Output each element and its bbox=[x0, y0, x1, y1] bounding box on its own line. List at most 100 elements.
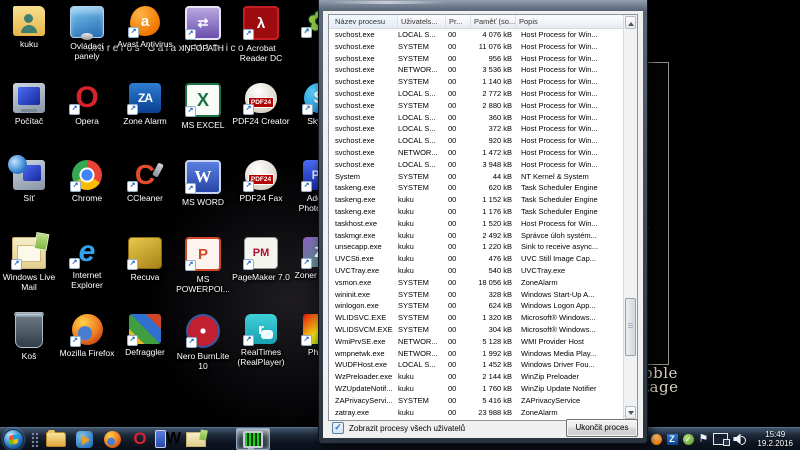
process-row[interactable]: svchost.exe SYSTEM 00 2 880 kB Host Proc… bbox=[329, 100, 624, 112]
process-row[interactable]: taskeng.exe kuku 00 1 152 kB Task Schedu… bbox=[329, 194, 624, 206]
desktop-icon-kuku[interactable]: ↗ kuku bbox=[0, 6, 58, 83]
shortcut-arrow-icon: ↗ bbox=[69, 104, 80, 115]
process-row[interactable]: System SYSTEM 00 44 kB NT Kernel & Syste… bbox=[329, 171, 624, 183]
tray-action-center-flag-icon[interactable]: ⚑ bbox=[699, 433, 709, 445]
process-row[interactable]: WzPreloader.exe kuku 00 2 144 kB WinZip … bbox=[329, 371, 624, 383]
desktop-icon-ms-word[interactable]: W ↗ MS WORD bbox=[174, 160, 232, 237]
desktop-icon-label: PDF24 Fax bbox=[240, 193, 283, 203]
column-header[interactable]: Uživatels... bbox=[398, 15, 446, 28]
scrollbar-thumb[interactable] bbox=[625, 298, 636, 356]
process-row[interactable]: svchost.exe LOCAL S... 00 2 772 kB Host … bbox=[329, 88, 624, 100]
tray-network-icon[interactable] bbox=[713, 433, 728, 445]
scrollbar-up-icon[interactable] bbox=[625, 16, 636, 29]
desktop-icon-nero-burnlite[interactable]: ↗ Nero BurnLite 10 bbox=[174, 314, 232, 391]
start-button[interactable] bbox=[3, 429, 24, 450]
desktop-icon-ms-excel[interactable]: X ↗ MS EXCEL bbox=[174, 83, 232, 160]
desktop-icon-pdf24-creator[interactable]: PDF24 ↗ PDF24 Creator bbox=[232, 83, 290, 160]
desktop-icon-zone-alarm[interactable]: ZA ↗ Zone Alarm bbox=[116, 83, 174, 160]
process-user: SYSTEM bbox=[398, 312, 446, 324]
taskbar-task-manager-button[interactable] bbox=[236, 428, 270, 450]
process-row[interactable]: taskeng.exe kuku 00 1 176 kB Task Schedu… bbox=[329, 206, 624, 218]
scrollbar-down-icon[interactable] bbox=[625, 406, 636, 419]
desktop-icon-internet-explorer[interactable]: e ↗ Internet Explorer bbox=[58, 237, 116, 314]
taskbar-live-mail-button[interactable] bbox=[183, 429, 209, 449]
desktop-icon-realtimes[interactable]: r ↗ RealTimes (RealPlayer) bbox=[232, 314, 290, 391]
process-row[interactable]: svchost.exe NETWOR... 00 3 536 kB Host P… bbox=[329, 64, 624, 76]
taskbar-clock[interactable]: 15:49 19.2.2016 bbox=[750, 430, 800, 449]
process-row[interactable]: UVCTray.exe kuku 00 540 kB UVCTray.exe bbox=[329, 265, 624, 277]
process-row[interactable]: vsmon.exe SYSTEM 00 18 056 kB ZoneAlarm bbox=[329, 277, 624, 289]
desktop-icon-recycle-bin[interactable]: ↗ Koš bbox=[0, 314, 58, 391]
process-name: svchost.exe bbox=[329, 147, 398, 159]
taskbar-wmp-button[interactable] bbox=[71, 429, 97, 449]
process-row[interactable]: taskmgr.exe kuku 00 2 492 kB Správce úlo… bbox=[329, 230, 624, 242]
column-header[interactable]: Paměť (so... bbox=[471, 15, 516, 28]
column-header[interactable]: Název procesu bbox=[329, 15, 398, 28]
desktop-icon-defraggler[interactable]: ↗ Defraggler bbox=[116, 314, 174, 391]
process-name: svchost.exe bbox=[329, 76, 398, 88]
desktop-icon-network[interactable]: ↗ Síť bbox=[0, 160, 58, 237]
process-row[interactable]: taskhost.exe kuku 00 1 520 kB Host Proce… bbox=[329, 218, 624, 230]
process-row[interactable]: wmpnetwk.exe NETWOR... 00 1 992 kB Windo… bbox=[329, 348, 624, 360]
process-row[interactable]: WLIDSVC.EXE SYSTEM 00 1 320 kB Microsoft… bbox=[329, 312, 624, 324]
taskbar-opera-button[interactable]: O bbox=[127, 429, 153, 449]
process-row[interactable]: taskeng.exe SYSTEM 00 620 kB Task Schedu… bbox=[329, 182, 624, 194]
desktop-icon-label: Mozilla Firefox bbox=[60, 348, 115, 358]
taskbar-firefox-button[interactable] bbox=[99, 429, 125, 449]
process-memory: 5 128 kB bbox=[471, 336, 516, 348]
desktop-icon-infopath[interactable]: ⇄ ↗ INFOPATH bbox=[174, 6, 232, 83]
desktop-icon-windows-live-mail[interactable]: ↗ Windows Live Mail bbox=[0, 237, 58, 314]
tray-volume-icon[interactable] bbox=[733, 434, 747, 445]
desktop-icon-ms-powerpoint[interactable]: P ↗ MS POWERPOI... bbox=[174, 237, 232, 314]
process-row[interactable]: WZUpdateNotif... kuku 00 1 760 kB WinZip… bbox=[329, 383, 624, 395]
tray-update-ok-icon[interactable]: ✓ bbox=[683, 434, 694, 445]
process-user: kuku bbox=[398, 253, 446, 265]
process-row[interactable]: svchost.exe NETWOR... 00 1 472 kB Host P… bbox=[329, 147, 624, 159]
process-row[interactable]: ZAPrivacyServi... SYSTEM 00 5 416 kB ZAP… bbox=[329, 395, 624, 407]
process-row[interactable]: svchost.exe SYSTEM 00 1 140 kB Host Proc… bbox=[329, 76, 624, 88]
taskbar-grip-handle[interactable] bbox=[31, 432, 39, 447]
desktop-icon-pagemaker[interactable]: PM ↗ PageMaker 7.0 bbox=[232, 237, 290, 314]
process-row[interactable]: svchost.exe SYSTEM 00 956 kB Host Proces… bbox=[329, 53, 624, 65]
taskbar-word-button[interactable]: W bbox=[155, 429, 181, 449]
desktop-icon-pdf24-fax[interactable]: PDF24 ↗ PDF24 Fax bbox=[232, 160, 290, 237]
desktop-icon-recuva[interactable]: ↗ Recuva bbox=[116, 237, 174, 314]
desktop-icon-chrome[interactable]: ↗ Chrome bbox=[58, 160, 116, 237]
process-row[interactable]: unsecapp.exe kuku 00 1 220 kB Sink to re… bbox=[329, 241, 624, 253]
process-row[interactable]: WUDFHost.exe LOCAL S... 00 1 452 kB Wind… bbox=[329, 359, 624, 371]
end-process-button[interactable]: Ukončit proces bbox=[566, 419, 638, 437]
taskbar-icon bbox=[76, 431, 93, 448]
taskbar-explorer-button[interactable] bbox=[43, 429, 69, 449]
process-row[interactable]: WLIDSVCM.EXE SYSTEM 00 304 kB Microsoft®… bbox=[329, 324, 624, 336]
desktop-icon-mozilla-firefox[interactable]: ↗ Mozilla Firefox bbox=[58, 314, 116, 391]
process-row[interactable]: svchost.exe LOCAL S... 00 372 kB Host Pr… bbox=[329, 123, 624, 135]
desktop-icon-avast-antivirus[interactable]: a ↗ Avast Antivirus bbox=[116, 6, 174, 83]
desktop-icon-acrobat-reader-dc[interactable]: λ ↗ Acrobat Reader DC bbox=[232, 6, 290, 83]
desktop-icon-label: MS WORD bbox=[182, 197, 224, 207]
desktop-icon-opera[interactable]: O ↗ Opera bbox=[58, 83, 116, 160]
tray-avast-icon[interactable] bbox=[651, 434, 662, 445]
desktop-icon-control-panel[interactable]: ↗ Ovládací panely bbox=[58, 6, 116, 83]
process-row[interactable]: WmiPrvSE.exe NETWOR... 00 5 128 kB WMI P… bbox=[329, 336, 624, 348]
process-row[interactable]: svchost.exe SYSTEM 00 11 076 kB Host Pro… bbox=[329, 41, 624, 53]
process-row[interactable]: winlogon.exe SYSTEM 00 624 kB Windows Lo… bbox=[329, 300, 624, 312]
process-row[interactable]: zatray.exe kuku 00 23 988 kB ZoneAlarm bbox=[329, 407, 624, 419]
desktop-icon-ccleaner[interactable]: C ↗ CCleaner bbox=[116, 160, 174, 237]
shortcut-arrow-icon: ↗ bbox=[127, 181, 138, 192]
column-header[interactable]: Pr... bbox=[446, 15, 471, 28]
process-row[interactable]: wininit.exe SYSTEM 00 328 kB Windows Sta… bbox=[329, 289, 624, 301]
tray-zonealarm-icon[interactable]: Z bbox=[667, 434, 678, 445]
scrollbar[interactable] bbox=[623, 15, 637, 420]
process-name: taskeng.exe bbox=[329, 206, 398, 218]
process-row[interactable]: UVCSti.exe kuku 00 476 kB UVC Still Imag… bbox=[329, 253, 624, 265]
app-icon: ZA ↗ bbox=[129, 83, 161, 113]
desktop-icon-computer[interactable]: ↗ Počítač bbox=[0, 83, 58, 160]
column-header[interactable]: Popis bbox=[516, 15, 624, 28]
process-row[interactable]: svchost.exe LOCAL S... 00 4 076 kB Host … bbox=[329, 29, 624, 41]
show-all-users-checkbox[interactable] bbox=[332, 422, 344, 434]
process-row[interactable]: svchost.exe LOCAL S... 00 920 kB Host Pr… bbox=[329, 135, 624, 147]
process-row[interactable]: svchost.exe LOCAL S... 00 360 kB Host Pr… bbox=[329, 112, 624, 124]
system-tray: Z ✓ ⚑ bbox=[651, 433, 751, 445]
process-row[interactable]: svchost.exe LOCAL S... 00 3 948 kB Host … bbox=[329, 159, 624, 171]
process-memory: 1 520 kB bbox=[471, 218, 516, 230]
